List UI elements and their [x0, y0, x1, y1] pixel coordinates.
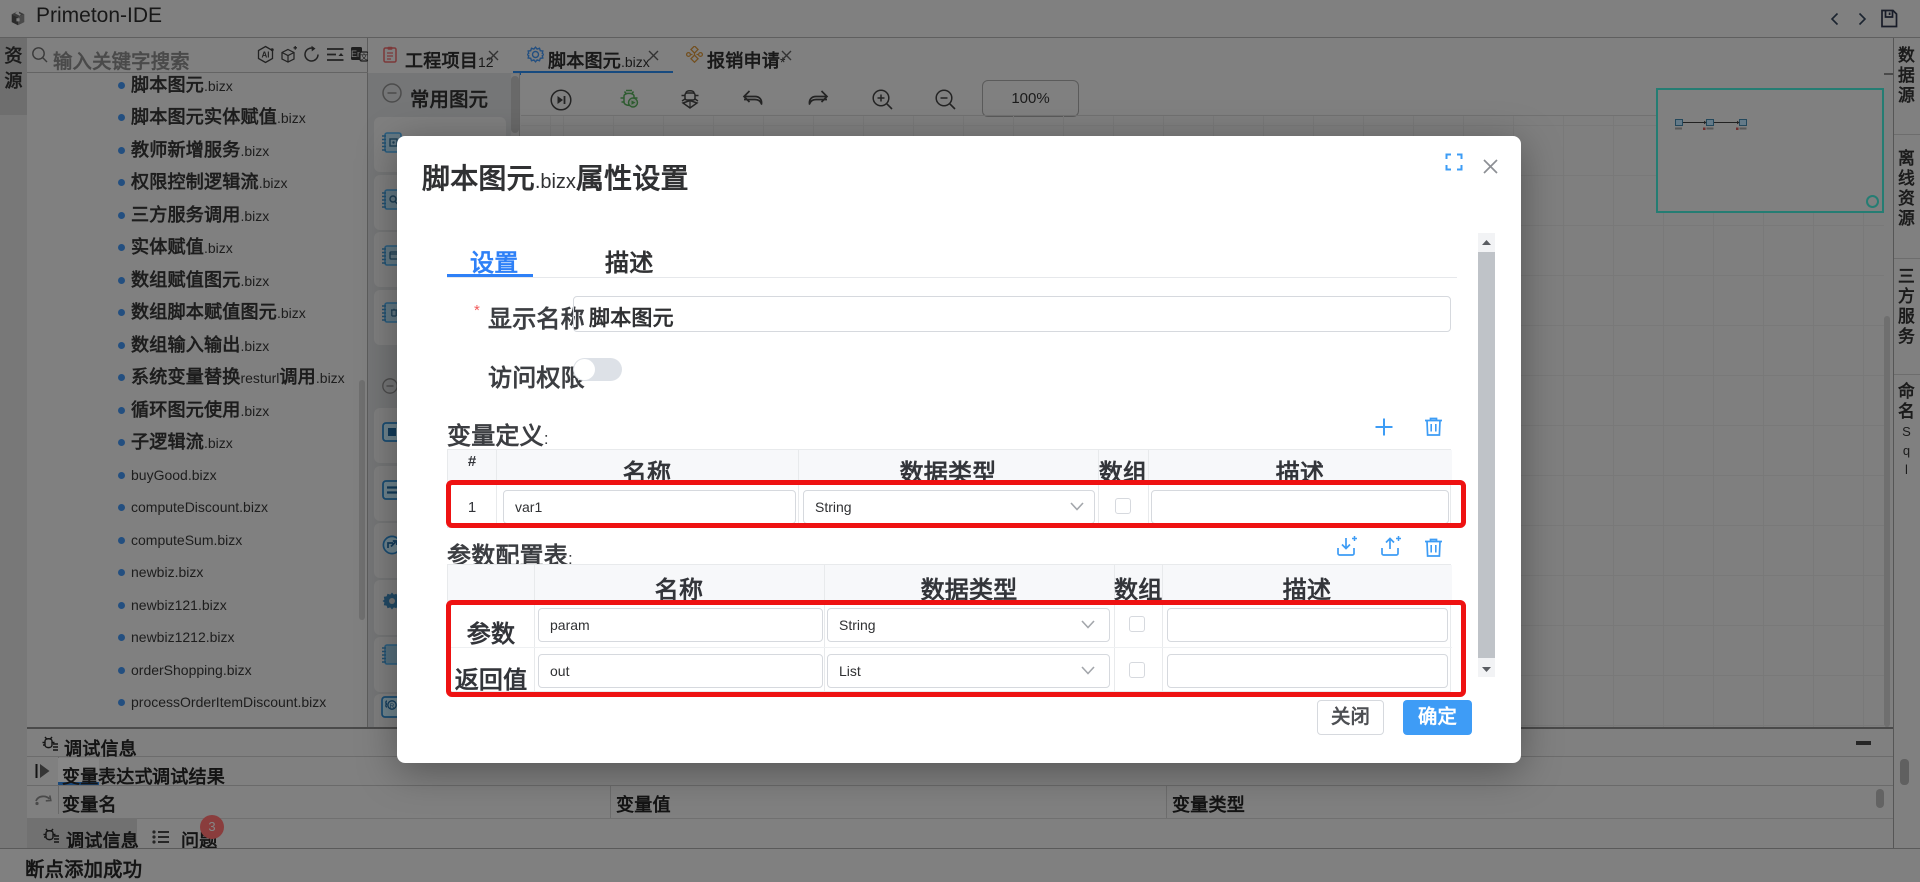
- svg-text:AI: AI: [262, 51, 270, 60]
- svg-text:R: R: [390, 703, 395, 710]
